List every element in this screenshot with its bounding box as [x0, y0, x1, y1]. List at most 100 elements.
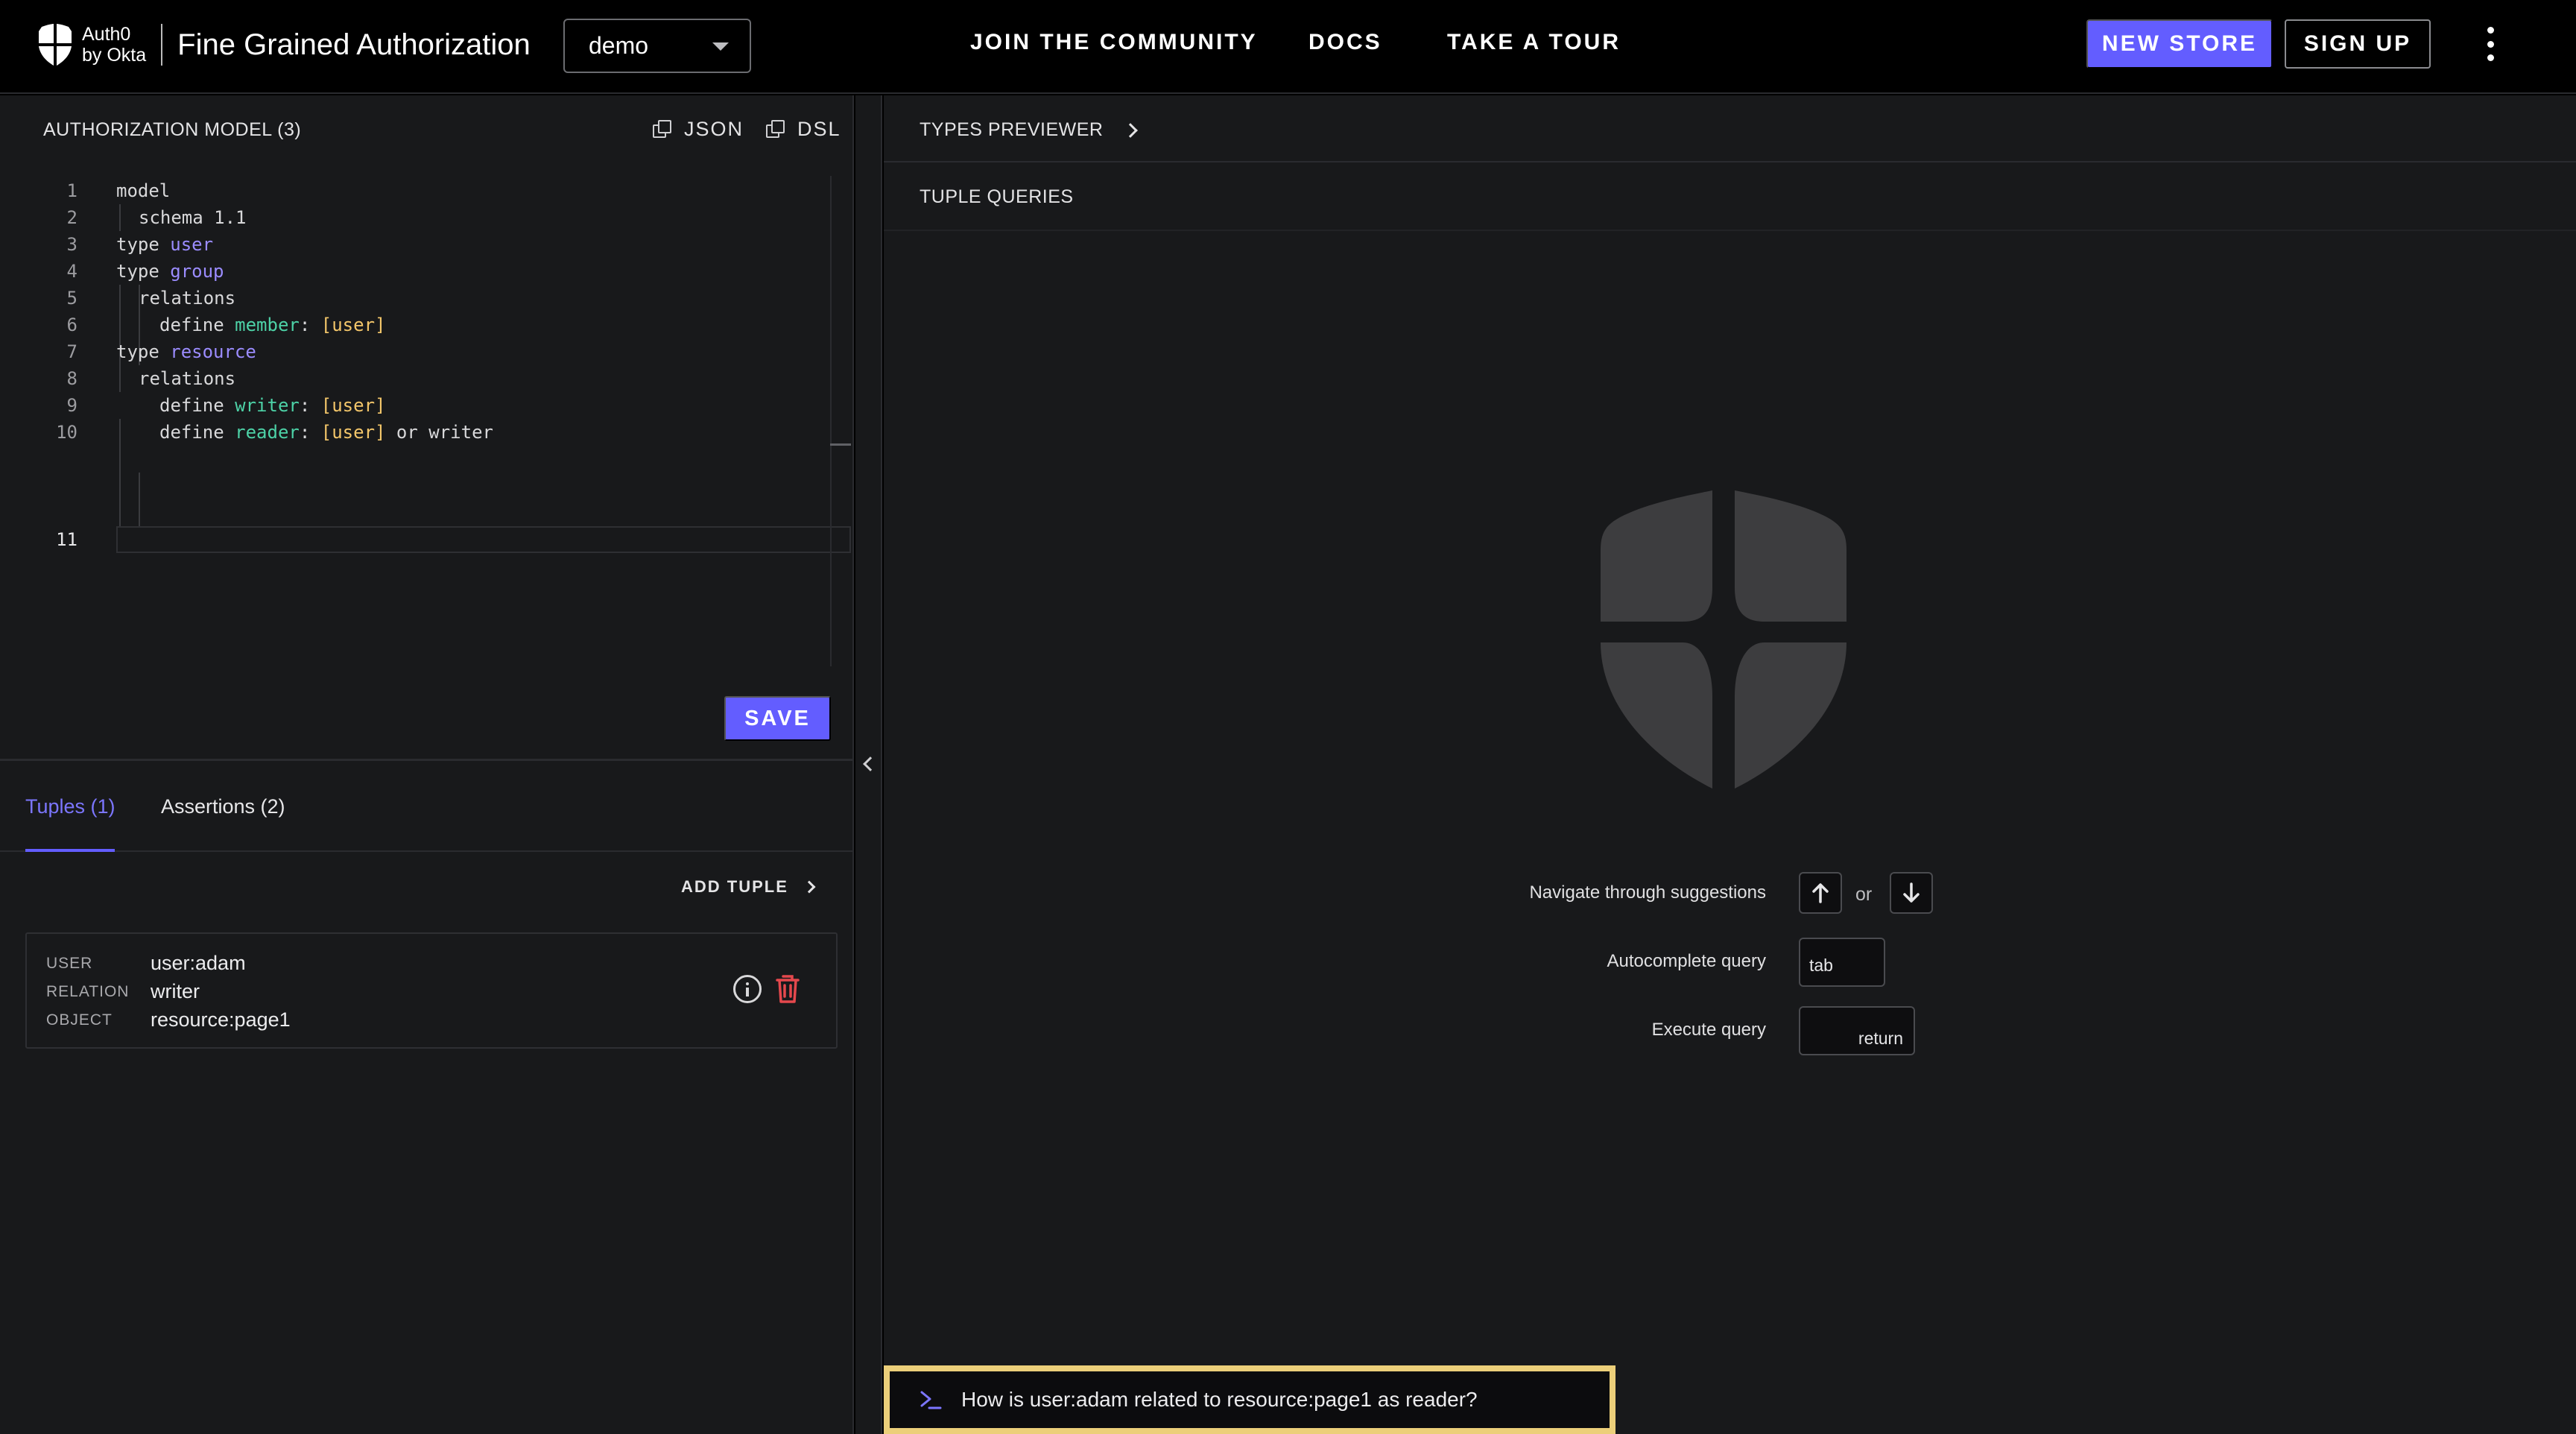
types-previewer-header[interactable]: TYPES PREVIEWER — [884, 95, 2576, 162]
token: type — [116, 261, 171, 282]
arrow-up-icon — [1812, 883, 1829, 903]
trash-icon[interactable] — [775, 974, 800, 1004]
code-line: 5 relations — [0, 285, 849, 312]
chevron-right-icon — [1123, 122, 1139, 138]
tab-tuples[interactable]: Tuples (1) — [25, 795, 115, 818]
save-button[interactable]: SAVE — [724, 696, 831, 741]
token: or writer — [385, 422, 493, 443]
code-text: type resource — [116, 341, 256, 362]
hint-autocomplete-label: Autocomplete query — [1607, 951, 1766, 971]
token: user — [170, 234, 214, 255]
product-name: Fine Grained Authorization — [177, 28, 531, 61]
code-line: 10 define reader: [user] or writer — [0, 419, 849, 446]
authorization-model-title: AUTHORIZATION MODEL (3) — [43, 119, 302, 140]
arrow-down-key — [1890, 872, 1933, 914]
nav-join-community[interactable]: JOIN THE COMMUNITY — [970, 30, 1258, 55]
token: relations — [139, 288, 236, 309]
token: define — [159, 422, 235, 443]
code-text: schema 1.1 — [139, 207, 247, 228]
hint-or-text: or — [1855, 884, 1873, 905]
token: : — [299, 395, 321, 416]
store-select[interactable]: demo — [563, 19, 751, 73]
arrow-down-icon — [1903, 882, 1920, 903]
chevron-left-icon — [863, 757, 878, 771]
token: writer — [235, 395, 300, 416]
token: : — [299, 315, 321, 335]
copy-icon — [653, 119, 672, 139]
auth0-wordmark: Auth0 by Okta — [82, 24, 146, 66]
token: reader — [235, 422, 300, 443]
line-number: 4 — [66, 261, 77, 282]
logo-line-2: by Okta — [82, 45, 147, 66]
code-line: 6 define member: [user] — [0, 312, 849, 338]
tuple-card: USER user:adam RELATION writer OBJECT re… — [25, 932, 838, 1049]
right-panel: TYPES PREVIEWER TUPLE QUERIES Navigate t… — [884, 95, 2576, 1434]
copy-dsl-label: DSL — [797, 118, 841, 140]
model-code-editor[interactable]: 1 model 2 schema 1.1 3 type user 4 type … — [0, 177, 854, 580]
tuple-object-label: OBJECT — [46, 1011, 113, 1029]
add-tuple-button[interactable]: ADD TUPLE — [681, 877, 816, 897]
top-bar: Auth0 by Okta Fine Grained Authorization… — [0, 0, 2576, 94]
collapse-panel-handle[interactable] — [855, 95, 882, 1434]
tuple-queries-label: TUPLE QUERIES — [920, 186, 1074, 207]
code-line: 4 type group — [0, 258, 849, 285]
token: resource — [170, 341, 256, 362]
info-icon[interactable] — [733, 975, 762, 1003]
code-line: 1 model — [0, 177, 849, 204]
tuple-query-bar[interactable] — [884, 1365, 1615, 1434]
line-number: 10 — [56, 422, 77, 443]
token: model — [116, 180, 171, 201]
code-text: define reader: [user] or writer — [159, 422, 493, 443]
copy-json-button[interactable]: JSON — [653, 118, 744, 141]
nav-take-tour[interactable]: TAKE A TOUR — [1447, 30, 1621, 55]
token: member — [235, 315, 300, 335]
caret-down-icon — [712, 42, 729, 51]
more-menu-icon[interactable] — [2481, 27, 2499, 61]
tuple-user-value: user:adam — [151, 952, 246, 974]
tuple-query-input[interactable] — [961, 1388, 1587, 1412]
copy-dsl-button[interactable]: DSL — [766, 118, 841, 141]
editor-scroll-marker — [830, 443, 851, 446]
tab-assertions[interactable]: Assertions (2) — [161, 795, 285, 818]
line-number: 9 — [66, 395, 77, 416]
indent-guide — [119, 473, 121, 526]
editor-scrollbar[interactable] — [830, 176, 832, 666]
token: [user] — [320, 315, 386, 335]
token: relations — [139, 368, 236, 389]
active-tab-indicator — [25, 849, 115, 852]
terminal-prompt-icon — [920, 1391, 942, 1409]
auth0-shield-watermark-icon — [1601, 490, 1846, 789]
sign-up-button[interactable]: SIGN UP — [2285, 19, 2431, 69]
token: group — [170, 261, 224, 282]
types-previewer-toggle[interactable]: TYPES PREVIEWER — [920, 119, 1139, 141]
tab-key: tab — [1799, 938, 1885, 987]
tuple-queries-header: TUPLE QUERIES — [884, 164, 2576, 231]
token: : — [299, 422, 321, 443]
logo-divider — [161, 24, 163, 66]
hint-execute-label: Execute query — [1651, 1020, 1766, 1040]
code-text: model — [116, 180, 170, 201]
code-line: 2 schema 1.1 — [0, 204, 849, 231]
left-panel: AUTHORIZATION MODEL (3) JSON DSL 1 model… — [0, 95, 854, 1434]
indent-guide — [139, 473, 140, 526]
tuple-user-row: USER user:adam — [46, 952, 246, 975]
auth0-logo[interactable]: Auth0 by Okta Fine Grained Authorization — [37, 22, 531, 67]
token: type — [116, 234, 171, 255]
tuple-object-row: OBJECT resource:page1 — [46, 1008, 291, 1032]
code-text: relations — [139, 368, 235, 389]
hint-navigate-label: Navigate through suggestions — [1529, 882, 1766, 903]
code-text: define writer: [user] — [159, 395, 385, 416]
line-number: 2 — [66, 207, 77, 228]
tuples-tabs: Tuples (1) Assertions (2) — [0, 761, 854, 852]
token: [user] — [320, 422, 386, 443]
arrow-up-key — [1799, 872, 1842, 914]
copy-icon — [766, 119, 785, 139]
new-store-button[interactable]: NEW STORE — [2086, 19, 2273, 69]
tuple-relation-row: RELATION writer — [46, 980, 200, 1003]
code-line: 3 type user — [0, 231, 849, 258]
token: 1.1 — [214, 207, 247, 228]
tuple-user-label: USER — [46, 954, 93, 972]
nav-docs[interactable]: DOCS — [1308, 30, 1382, 55]
line-number: 1 — [66, 180, 77, 201]
code-line: 7 type resource — [0, 338, 849, 365]
